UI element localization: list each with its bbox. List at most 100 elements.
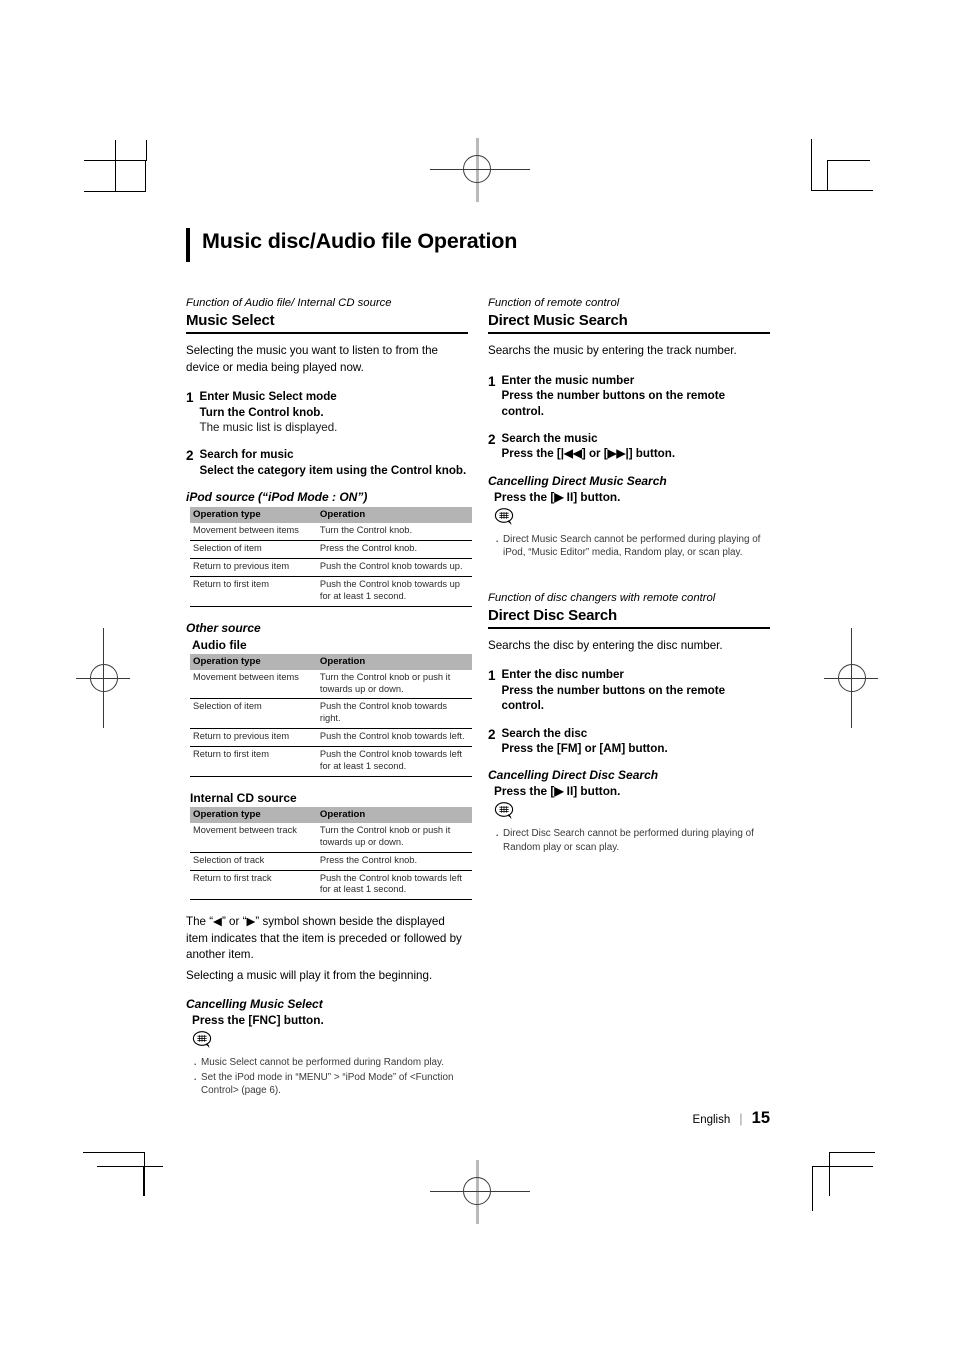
cell-operation: Turn the Control knob or push it towards… (316, 822, 472, 853)
table-row: Return to first track Push the Control k… (190, 870, 472, 901)
footer-separator: | (739, 1111, 743, 1126)
step-item: 1 Enter the music number Press the numbe… (488, 373, 770, 419)
column-header-operation-type: Operation type (190, 507, 317, 524)
step-text: Enter the disc number Press the number b… (502, 667, 770, 713)
cancelling-heading: Cancelling Direct Disc Search (488, 768, 659, 783)
cell-operation-type: Movement between items (190, 669, 317, 700)
table-row: Return to first item Push the Control kn… (190, 576, 472, 607)
cancelling-action: Press the [▶ II] button. (494, 784, 621, 799)
step-number: 2 (488, 431, 496, 447)
cell-operation-type: Movement between track (190, 822, 317, 853)
table-caption-other-source: Other source (186, 620, 261, 635)
cell-operation: Push the Control knob towards left. (316, 728, 472, 748)
page-title-block: Music disc/Audio file Operation (186, 228, 770, 262)
table-row: Return to previous item Push the Control… (190, 558, 472, 577)
symbol-explanation-paragraph: The “◀” or “▶” symbol shown beside the d… (186, 915, 462, 962)
footer-language: English (692, 1114, 731, 1126)
cell-operation: Press the Control knob. (316, 852, 472, 871)
step-action: Turn the Control knob. (199, 405, 324, 419)
cell-operation-type: Return to first item (190, 576, 317, 607)
step-item: 1 Enter Music Select mode Turn the Contr… (186, 389, 468, 435)
cell-operation: Turn the Control knob or push it towards… (316, 669, 472, 700)
section-kicker: Function of Audio file/ Internal CD sour… (186, 297, 392, 309)
table-caption-ipod-source: iPod source (“iPod Mode : ON”) (186, 490, 368, 505)
step-text: Enter Music Select mode Turn the Control… (200, 389, 338, 435)
heading-rule (488, 626, 770, 629)
step-action: Press the number buttons on the remote c… (501, 389, 726, 418)
operation-table-ipod-source: Operation type Operation Movement betwee… (190, 507, 472, 607)
section-intro: Searchs the music by entering the track … (488, 344, 737, 358)
table-header-row: Operation type Operation (190, 653, 472, 670)
step-number: 2 (488, 726, 496, 742)
step-note: The music list is displayed. (199, 420, 338, 434)
step-text: Search the disc Press the [FM] or [AM] b… (502, 726, 668, 757)
step-title: Enter the music number (501, 373, 635, 387)
section-kicker: Function of remote control (488, 297, 620, 309)
column-header-operation-type: Operation type (190, 653, 317, 670)
table-row: Return to previous item Push the Control… (190, 728, 472, 748)
cell-operation-type: Selection of track (190, 852, 317, 871)
cancelling-action: Press the [▶ II] button. (494, 489, 621, 504)
footer-page-number: 15 (751, 1109, 770, 1127)
cancelling-heading: Cancelling Music Select (186, 997, 323, 1012)
step-item: 2 Search the music Press the [|◀◀] or [▶… (488, 431, 770, 462)
step-title: Search the music (501, 431, 598, 445)
step-title: Search the disc (501, 726, 588, 740)
printed-page: Music disc/Audio file Operation Function… (0, 0, 954, 1350)
step-item: 2 Search for music Select the category i… (186, 447, 468, 478)
registration-mark-left (70, 628, 136, 728)
cell-operation-type: Selection of item (190, 698, 317, 730)
table-row: Movement between items Turn the Control … (190, 523, 472, 542)
cell-operation-type: Selection of item (190, 540, 317, 559)
section-heading-direct-disc-search: Direct Disc Search (488, 606, 617, 624)
step-action: Press the number buttons on the remote c… (501, 683, 726, 713)
note-bubble-icon (192, 1030, 468, 1054)
registration-mark-bottom (430, 1160, 530, 1224)
step-text: Enter the music number Press the number … (502, 373, 770, 419)
table-caption-internal-cd-source: Internal CD source (190, 790, 297, 805)
step-action: Select the category item using the Contr… (199, 463, 467, 477)
note-item: Music Select cannot be performed during … (192, 1055, 468, 1073)
note-bubble-icon (494, 507, 770, 531)
section-heading-direct-music-search: Direct Music Search (488, 312, 628, 330)
play-from-beginning-paragraph: Selecting a music will play it from the … (186, 968, 433, 982)
operation-table-audio-file: Operation type Operation Movement betwee… (190, 653, 472, 777)
column-header-operation: Operation (316, 653, 472, 670)
step-action: Press the [FM] or [AM] button. (501, 742, 668, 755)
registration-mark-top (430, 138, 530, 202)
step-title: Search for music (199, 448, 294, 462)
table-row: Return to first item Push the Control kn… (190, 746, 472, 777)
heading-rule (186, 332, 468, 335)
column-header-operation: Operation (316, 507, 472, 524)
registration-mark-right (818, 628, 884, 728)
heading-rule (488, 332, 770, 335)
note-list: Direct Music Search cannot be performed … (494, 532, 770, 560)
page-footer: English | 15 (186, 1109, 770, 1128)
cell-operation: Push the Control knob towards left for a… (316, 746, 472, 777)
column-header-operation-type: Operation type (190, 806, 317, 823)
step-item: 2 Search the disc Press the [FM] or [AM]… (488, 726, 770, 757)
cell-operation: Turn the Control knob. (316, 523, 472, 542)
cell-operation: Press the Control knob. (316, 540, 472, 559)
section-intro: Searchs the disc by entering the disc nu… (488, 638, 723, 652)
section-kicker: Function of disc changers with remote co… (488, 591, 716, 604)
cancelling-heading: Cancelling Direct Music Search (488, 473, 667, 488)
step-action: Press the [|◀◀] or [▶▶|] button. (501, 447, 676, 461)
table-row: Selection of item Push the Control knob … (190, 698, 472, 730)
step-title: Enter Music Select mode (199, 390, 337, 404)
note-bubble-icon (494, 801, 770, 825)
table-caption-audio-file: Audio file (192, 637, 247, 652)
table-header-row: Operation type Operation (190, 806, 472, 823)
left-column: Function of Audio file/ Internal CD sour… (186, 296, 472, 1099)
note-list: Direct Disc Search cannot be performed d… (494, 826, 770, 854)
table-row: Selection of track Press the Control kno… (190, 852, 472, 871)
right-column: Function of remote control Direct Music … (488, 296, 770, 1099)
step-text: Search for music Select the category ite… (200, 447, 467, 478)
section-heading-music-select: Music Select (186, 312, 275, 330)
cell-operation: Push the Control knob towards right. (316, 698, 472, 730)
table-header-row: Operation type Operation (190, 507, 472, 524)
note-item: Direct Music Search cannot be performed … (494, 532, 770, 560)
cell-operation: Push the Control knob towards up for at … (316, 576, 472, 607)
step-number: 1 (488, 373, 496, 389)
